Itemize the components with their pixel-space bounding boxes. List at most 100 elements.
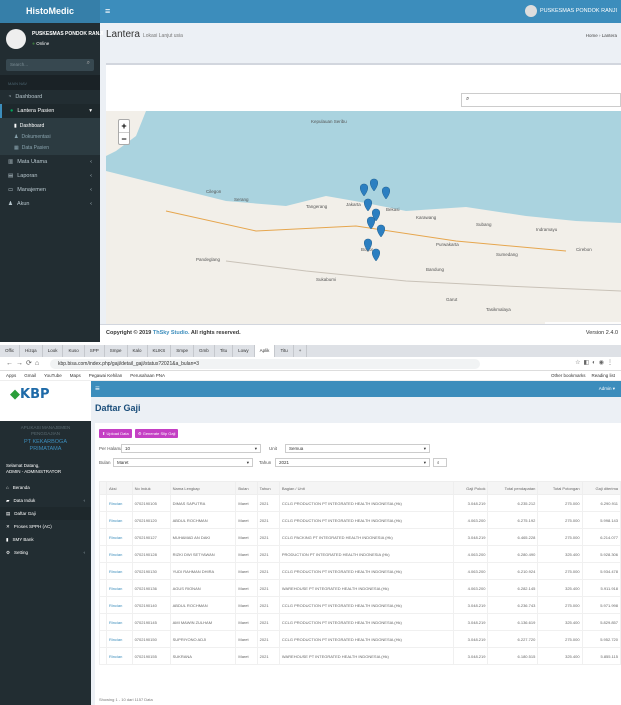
bookmark-gmail[interactable]: Gmail bbox=[24, 373, 36, 378]
brand-logo[interactable]: HistoMedic bbox=[0, 0, 100, 23]
filter-search-button[interactable]: ⌕ bbox=[433, 458, 447, 467]
report-icon: ▤ bbox=[8, 173, 14, 179]
new-tab-button[interactable]: + bbox=[294, 345, 308, 357]
sidebar-item-dashboard[interactable]: ◔ Dashboard bbox=[0, 90, 100, 104]
bookmark-maps[interactable]: Maps bbox=[70, 373, 81, 378]
row-checkbox[interactable] bbox=[99, 511, 107, 529]
browser-tab[interactable]: Titu bbox=[275, 345, 294, 357]
submenu-item-data-pasien[interactable]: ▦ Data Pasien bbox=[0, 142, 100, 153]
detail-link[interactable]: Rincian bbox=[105, 579, 133, 597]
search-icon[interactable]: ⌕ bbox=[87, 60, 90, 67]
sidebar-item-lantera[interactable]: ● Lantera Pasien ▾ bbox=[0, 104, 100, 118]
submenu-item-dokumentasi[interactable]: ♟ Dokumentasi bbox=[0, 131, 100, 142]
map-marker[interactable] bbox=[370, 178, 378, 192]
browser-tab[interactable]: Offic bbox=[0, 345, 21, 357]
bookmark-pegawai[interactable]: Pegawai Kehilan bbox=[89, 373, 123, 378]
detail-link[interactable]: Rincian bbox=[105, 545, 133, 563]
column-header[interactable]: Gaji diterima bbox=[581, 481, 621, 495]
bookmark-perusahaan[interactable]: Perusahaan PNA bbox=[130, 373, 165, 378]
menu-toggle-icon[interactable]: ≡ bbox=[95, 384, 100, 393]
submenu-item-dashboard[interactable]: ▮ Dashboard bbox=[0, 120, 100, 131]
year-select[interactable]: 2021 ▾ bbox=[275, 458, 430, 467]
per-page-select[interactable]: 10 ▾ bbox=[121, 444, 261, 453]
address-bar[interactable]: kbp.bisa.com/index.php/gaji/detail_gaji/… bbox=[50, 359, 480, 369]
detail-link[interactable]: Rincian bbox=[105, 494, 133, 512]
sidebar-item-daftar-gaji[interactable]: ▤ Daftar Gaji bbox=[0, 507, 91, 520]
upload-data-button[interactable]: ⬆ Upload Data bbox=[99, 429, 132, 438]
sidebar-item-proses-spph[interactable]: ✕ Proses SPPH (AC) bbox=[0, 520, 91, 533]
row-checkbox[interactable] bbox=[99, 494, 107, 512]
sidebar-item-akun[interactable]: ♟ Akun ‹ bbox=[0, 197, 100, 211]
column-header[interactable]: Tahun bbox=[256, 481, 280, 495]
sidebar-item-setting[interactable]: ⚙ Setting ‹ bbox=[0, 546, 91, 559]
browser-tab[interactable]: Gmb bbox=[194, 345, 215, 357]
browser-tab[interactable]: Kuso bbox=[63, 345, 85, 357]
row-checkbox[interactable] bbox=[99, 579, 107, 597]
zoom-out-button[interactable]: − bbox=[119, 132, 129, 144]
menu-toggle-icon[interactable]: ≡ bbox=[105, 6, 110, 16]
column-header[interactable]: Total pendapatan bbox=[487, 481, 539, 495]
zoom-in-button[interactable]: + bbox=[119, 120, 129, 132]
detail-link[interactable]: Rincian bbox=[105, 630, 133, 648]
sidebar-search-input[interactable]: Search... ⌕ bbox=[6, 59, 94, 71]
sidebar-item-data-induk[interactable]: ▰ Data Induk ‹ bbox=[0, 494, 91, 507]
sidebar-item-mata-utama[interactable]: ▥ Mata Utama ‹ bbox=[0, 155, 100, 169]
browser-tab[interactable]: Lowy bbox=[233, 345, 255, 357]
detail-link[interactable]: Rincian bbox=[105, 613, 133, 631]
browser-tab[interactable]: Smpe bbox=[171, 345, 195, 357]
column-header[interactable]: Aksi bbox=[105, 481, 133, 495]
browser-tab[interactable]: KLIKS bbox=[148, 345, 172, 357]
browser-tab[interactable]: Aplik bbox=[254, 345, 276, 357]
other-bookmarks[interactable]: Other bookmarks bbox=[551, 373, 586, 378]
column-header[interactable]: No Induk bbox=[131, 481, 171, 495]
company-link[interactable]: ThSky Studio. bbox=[153, 330, 190, 336]
browser-tab[interactable]: Kalo bbox=[128, 345, 148, 357]
row-checkbox[interactable] bbox=[99, 596, 107, 614]
reading-list[interactable]: Reading list bbox=[591, 373, 615, 378]
detail-link[interactable]: Rincian bbox=[105, 528, 133, 546]
column-header[interactable]: Nama Lengkap bbox=[169, 481, 237, 495]
browser-tab[interactable]: Smpe bbox=[105, 345, 128, 357]
row-checkbox[interactable] bbox=[99, 545, 107, 563]
unit-select[interactable]: Semua ▾ bbox=[285, 444, 430, 453]
row-checkbox[interactable] bbox=[99, 562, 107, 580]
map[interactable]: Serang Tangerang Jakarta Bekasi Karawang… bbox=[106, 111, 621, 329]
detail-link[interactable]: Rincian bbox=[105, 647, 133, 665]
column-header[interactable]: Bulan bbox=[235, 481, 258, 495]
sidebar-item-beranda[interactable]: ⌂ Beranda bbox=[0, 481, 91, 494]
sidebar-item-manajemen[interactable]: ▭ Manajemen ‹ bbox=[0, 183, 100, 197]
browser-tab[interactable]: Look bbox=[43, 345, 64, 357]
column-header[interactable]: Bagian / Unit bbox=[278, 481, 455, 495]
detail-link[interactable]: Rincian bbox=[105, 596, 133, 614]
browser-tab[interactable]: Hizqa bbox=[20, 345, 43, 357]
column-header[interactable]: Total Potongan bbox=[537, 481, 583, 495]
browser-tab[interactable]: Titu bbox=[215, 345, 234, 357]
sidebar-item-laporan[interactable]: ▤ Laporan ‹ bbox=[0, 169, 100, 183]
browser-tab[interactable]: SPP bbox=[85, 345, 105, 357]
bookmark-youtube[interactable]: YouTube bbox=[44, 373, 62, 378]
row-checkbox[interactable] bbox=[99, 613, 107, 631]
row-checkbox[interactable] bbox=[99, 630, 107, 648]
detail-link[interactable]: Rincian bbox=[105, 511, 133, 529]
search-icon[interactable]: ⌕ bbox=[466, 96, 469, 103]
nav-buttons[interactable]: ←→⟳⌂ bbox=[6, 359, 42, 367]
sidebar-item-smy-bank[interactable]: ▮ SMY Bank bbox=[0, 533, 91, 546]
row-checkbox[interactable] bbox=[99, 647, 107, 665]
row-checkbox[interactable] bbox=[99, 528, 107, 546]
detail-link[interactable]: Rincian bbox=[105, 562, 133, 580]
month-select[interactable]: Maret ▾ bbox=[113, 458, 253, 467]
map-label: Kepulauan Seribu bbox=[311, 119, 347, 124]
generate-slip-button[interactable]: ⚙ Generate Slip Gaji bbox=[135, 429, 179, 438]
bookmark-apps[interactable]: Apps bbox=[6, 373, 16, 378]
column-header[interactable]: Gaji Pokok bbox=[453, 481, 489, 495]
column-header[interactable] bbox=[99, 481, 107, 495]
admin-menu[interactable]: Admin ▾ bbox=[599, 386, 615, 392]
map-marker[interactable] bbox=[360, 183, 368, 197]
user-name: PUSKESMAS PONDOK RANJI bbox=[32, 31, 104, 37]
extension-icons[interactable]: ☆◧◐◉⋮ bbox=[575, 359, 616, 366]
kbp-logo[interactable]: ◆KBP bbox=[0, 381, 91, 421]
header-user-menu[interactable]: PUSKESMAS PONDOK RANJI bbox=[524, 5, 617, 17]
map-search-input[interactable]: ⌕ bbox=[461, 93, 621, 107]
breadcrumb[interactable]: Home › Lantera bbox=[586, 33, 617, 38]
map-marker[interactable] bbox=[382, 186, 390, 200]
